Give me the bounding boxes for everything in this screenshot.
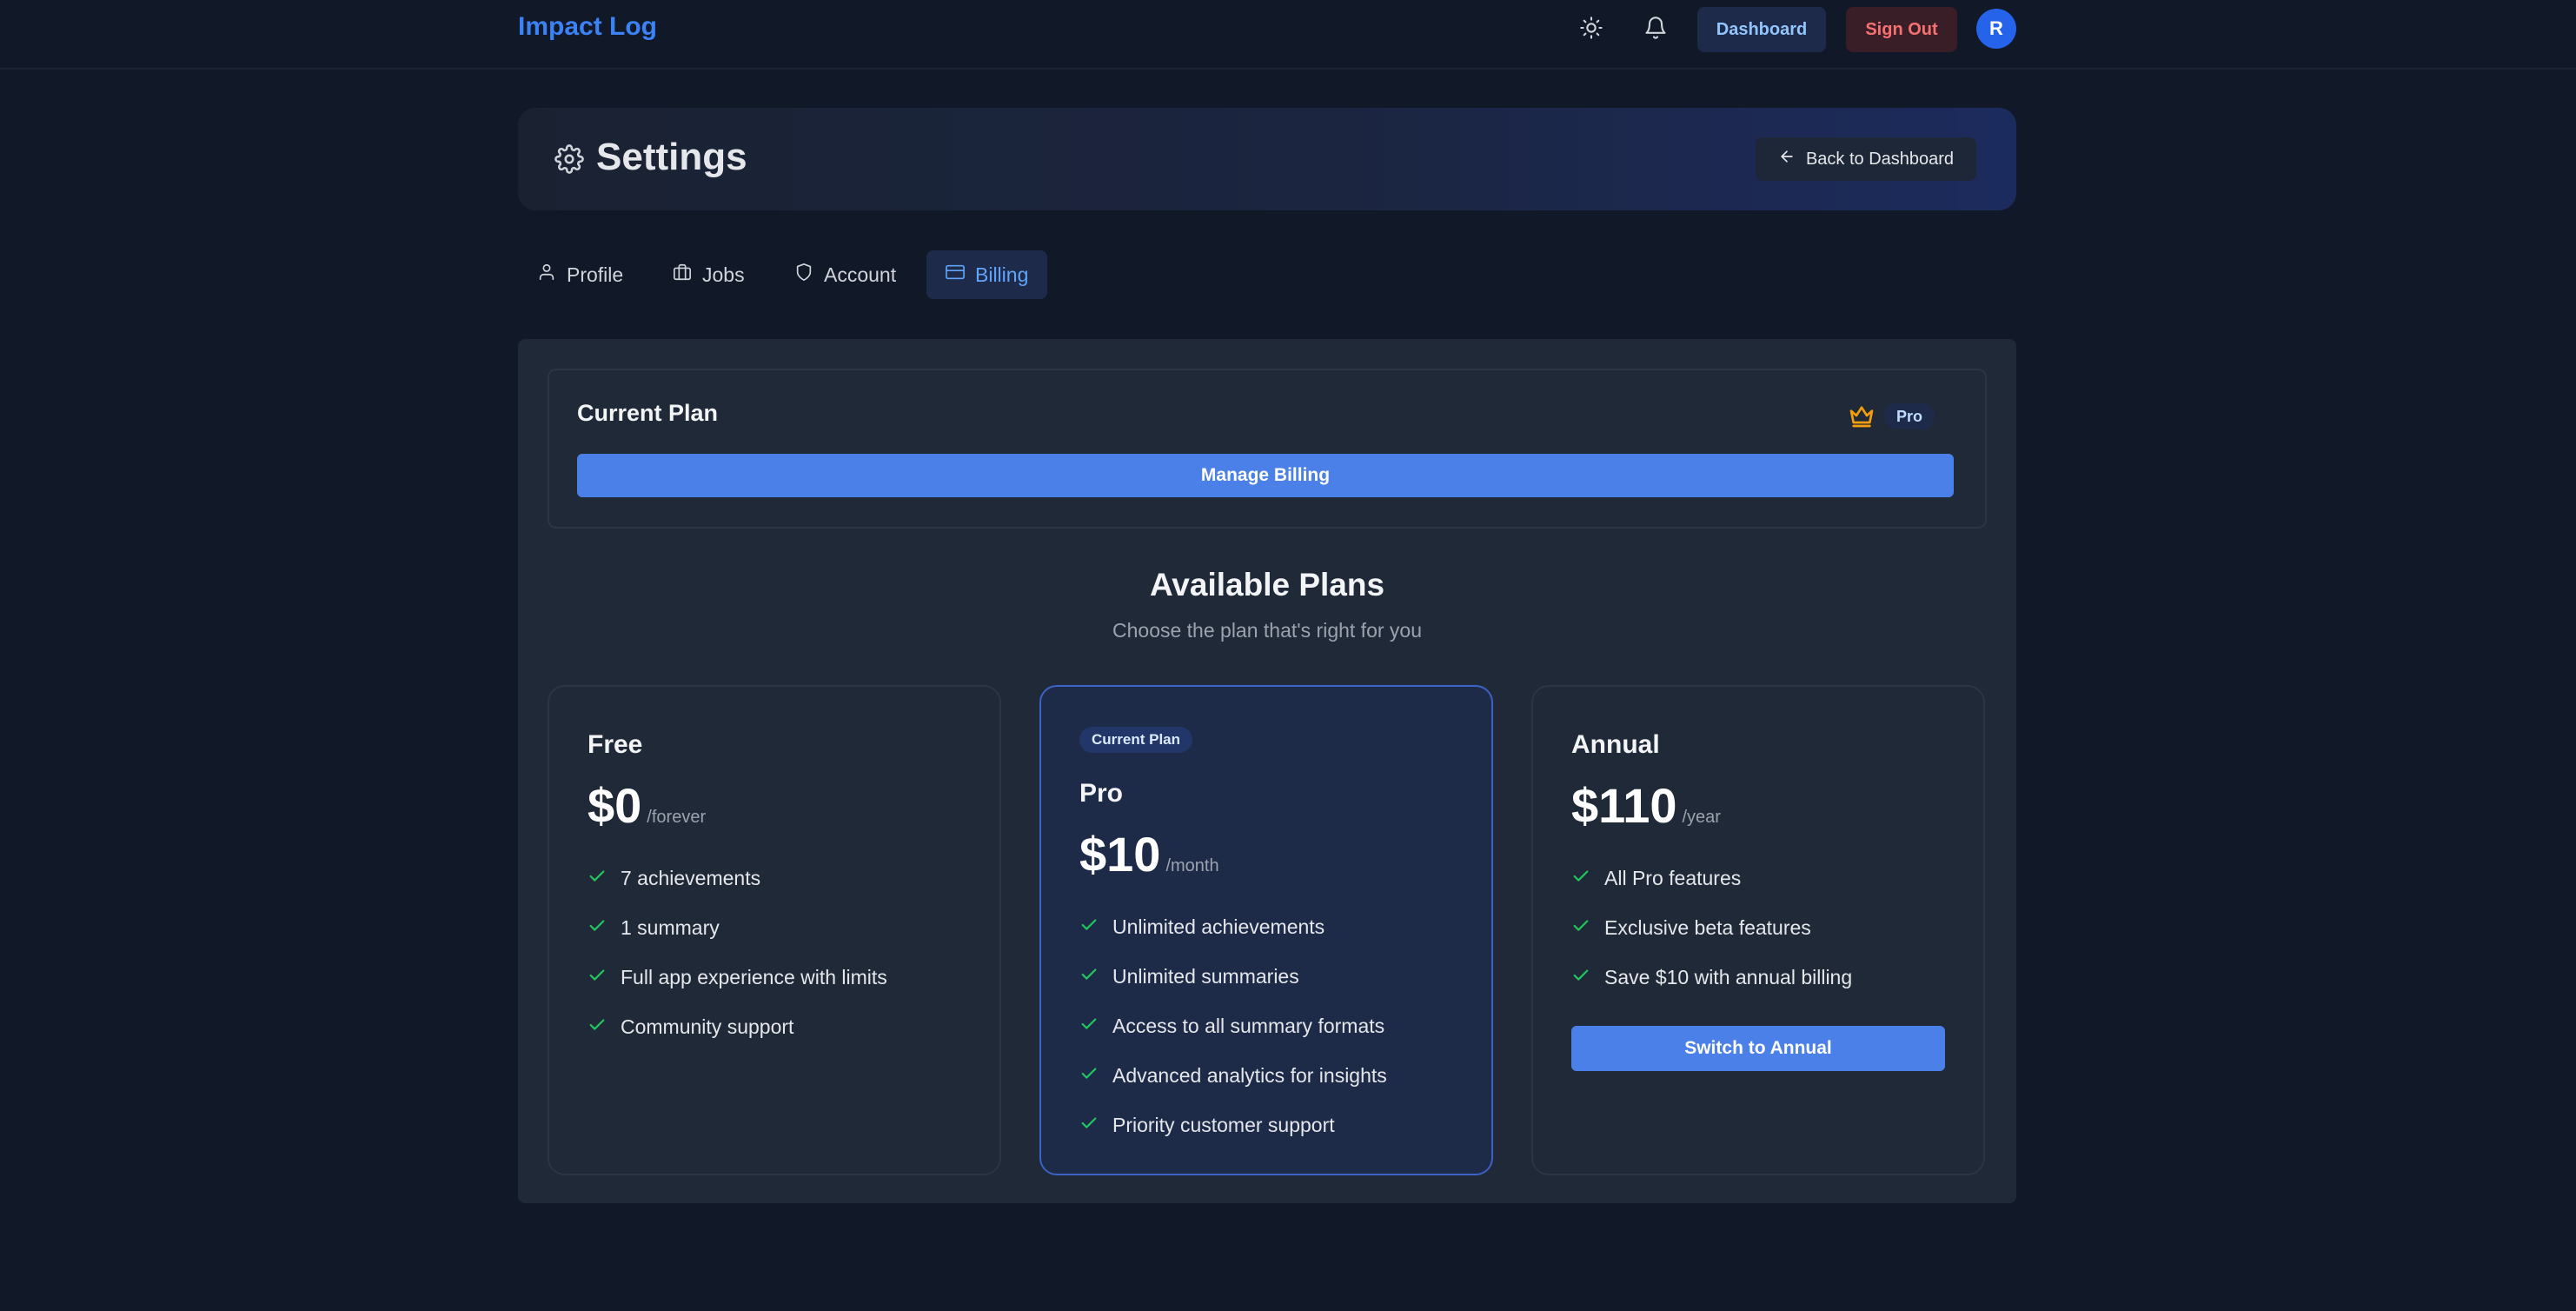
feature-list: 7 achievements 1 summary Full app experi… (588, 854, 887, 1052)
plan-name: Pro (1079, 779, 1124, 808)
list-item: Save $10 with annual billing (1571, 953, 1852, 1002)
bell-icon (1643, 16, 1668, 44)
plan-period: /year (1682, 808, 1721, 827)
plan-period: /forever (647, 808, 707, 827)
plan-name: Free (588, 730, 643, 759)
check-icon (1079, 1015, 1099, 1039)
check-icon (1571, 966, 1590, 990)
manage-billing-button[interactable]: Manage Billing (577, 454, 1954, 497)
plan-card-annual: Annual $110 /year All Pro features Exclu… (1531, 685, 1985, 1175)
list-item: Unlimited summaries (1079, 952, 1387, 1002)
feature-text: Save $10 with annual billing (1604, 966, 1853, 988)
gear-icon (554, 144, 584, 174)
briefcase-icon (673, 263, 692, 287)
page-title: Settings (596, 136, 747, 178)
plan-price-row: $110 /year (1571, 777, 1721, 834)
plan-price-row: $10 /month (1079, 826, 1219, 882)
list-item: 1 summary (588, 903, 887, 953)
theme-toggle-button[interactable] (1574, 12, 1609, 47)
list-item: Advanced analytics for insights (1079, 1051, 1387, 1101)
user-icon (537, 263, 556, 287)
feature-text: Unlimited achievements (1112, 915, 1325, 938)
list-item: Exclusive beta features (1571, 903, 1852, 953)
check-icon (1079, 915, 1099, 940)
dashboard-button[interactable]: Dashboard (1697, 7, 1826, 52)
feature-text: Access to all summary formats (1112, 1015, 1385, 1037)
tab-account[interactable]: Account (775, 250, 915, 299)
check-icon (1079, 1114, 1099, 1138)
check-icon (1571, 916, 1590, 941)
back-to-dashboard-button[interactable]: Back to Dashboard (1756, 137, 1976, 181)
top-nav: Impact Log Dashboard Sign Out R (0, 0, 2576, 70)
feature-list: Unlimited achievements Unlimited summari… (1079, 902, 1387, 1150)
tab-label: Billing (975, 263, 1029, 286)
list-item: All Pro features (1571, 854, 1852, 903)
tab-profile[interactable]: Profile (518, 250, 642, 299)
check-icon (588, 966, 607, 990)
sign-out-button[interactable]: Sign Out (1846, 7, 1957, 52)
feature-text: Advanced analytics for insights (1112, 1064, 1387, 1087)
feature-list: All Pro features Exclusive beta features… (1571, 854, 1852, 1002)
tab-label: Account (824, 263, 897, 286)
list-item: Access to all summary formats (1079, 1002, 1387, 1051)
tab-label: Profile (567, 263, 624, 286)
plan-price: $0 (588, 778, 642, 833)
current-plan-title: Current Plan (577, 400, 719, 426)
plan-card-pro: Current Plan Pro $10 /month Unlimited ac… (1039, 685, 1493, 1175)
plan-price: $10 (1079, 827, 1161, 882)
current-plan-badge: Pro (1884, 403, 1935, 429)
notifications-button[interactable] (1638, 12, 1673, 47)
brand-logo[interactable]: Impact Log (518, 12, 657, 42)
feature-text: 1 summary (621, 916, 720, 939)
check-icon (1571, 867, 1590, 891)
credit-card-icon (946, 263, 965, 287)
tab-jobs[interactable]: Jobs (654, 250, 764, 299)
tab-billing[interactable]: Billing (926, 250, 1048, 299)
sun-icon (1579, 16, 1603, 44)
plan-price: $110 (1571, 778, 1677, 833)
check-icon (1079, 1064, 1099, 1088)
plan-card-free: Free $0 /forever 7 achievements 1 summar… (548, 685, 1001, 1175)
tab-label: Jobs (702, 263, 745, 286)
current-plan-label: Current Plan (1079, 727, 1193, 753)
available-plans-subtitle: Choose the plan that's right for you (1112, 619, 1422, 642)
billing-panel: Current Plan Pro Manage Billing Availabl… (518, 339, 2016, 1203)
plan-name: Annual (1571, 730, 1660, 759)
check-icon (588, 867, 607, 891)
plan-period: /month (1165, 856, 1219, 875)
list-item: Priority customer support (1079, 1101, 1387, 1150)
back-to-dashboard-label: Back to Dashboard (1805, 149, 1955, 169)
shield-icon (794, 263, 813, 287)
plan-price-row: $0 /forever (588, 777, 706, 834)
check-icon (1079, 965, 1099, 989)
check-icon (588, 916, 607, 941)
list-item: Community support (588, 1002, 887, 1052)
check-icon (588, 1015, 607, 1040)
feature-text: Priority customer support (1112, 1114, 1335, 1136)
list-item: Unlimited achievements (1079, 902, 1387, 952)
list-item: Full app experience with limits (588, 953, 887, 1002)
feature-text: Community support (621, 1015, 794, 1038)
billing-settings-page: Impact Log Dashboard Sign Out R Settings… (0, 0, 2576, 1311)
avatar[interactable]: R (1976, 9, 2016, 49)
crown-icon (1848, 402, 1876, 429)
current-plan-card: Current Plan Pro Manage Billing (548, 369, 1987, 529)
arrow-left-icon (1778, 148, 1796, 170)
feature-text: Full app experience with limits (621, 966, 887, 988)
feature-text: Exclusive beta features (1604, 916, 1811, 939)
available-plans-title: Available Plans (1149, 567, 1385, 602)
settings-header: Settings Back to Dashboard (518, 108, 2016, 210)
feature-text: Unlimited summaries (1112, 965, 1299, 988)
switch-to-annual-button[interactable]: Switch to Annual (1571, 1026, 1945, 1071)
feature-text: All Pro features (1604, 867, 1742, 889)
list-item: 7 achievements (588, 854, 887, 903)
feature-text: 7 achievements (621, 867, 761, 889)
